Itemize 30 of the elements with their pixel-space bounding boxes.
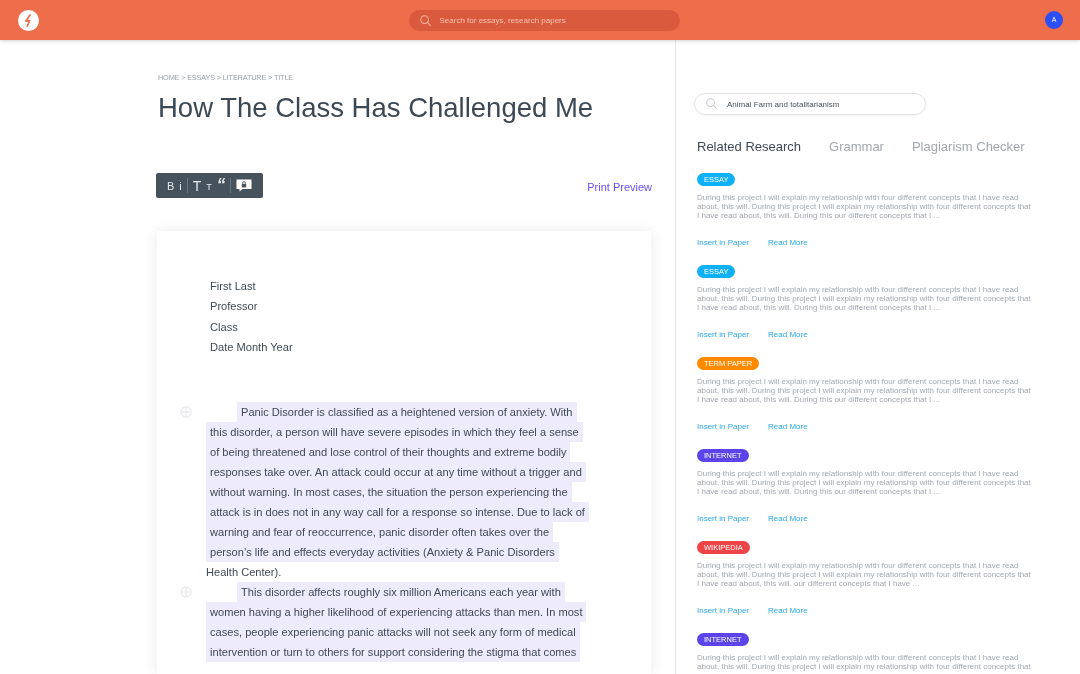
print-preview-link[interactable]: Print Preview xyxy=(587,180,652,194)
document-line: First Last xyxy=(210,279,256,294)
result-link[interactable]: Insert in Paper xyxy=(697,514,750,524)
page-title: How The Class Has Challenged Me xyxy=(158,91,594,125)
search-icon xyxy=(419,14,431,26)
bold-button[interactable]: B xyxy=(167,178,175,193)
result-link[interactable]: Read More xyxy=(768,606,808,616)
search-field[interactable]: Search for essays, research papers xyxy=(408,9,680,31)
tab[interactable]: Related Research xyxy=(697,139,802,155)
result-link[interactable]: Insert in Paper xyxy=(697,422,750,432)
document-line: Date Month Year xyxy=(210,339,293,355)
search-field[interactable]: Animal Farm and totalitarianism xyxy=(694,93,926,115)
result-link[interactable]: Insert in Paper xyxy=(697,606,750,616)
comment-icon[interactable] xyxy=(236,179,253,192)
result-link[interactable]: Insert in Paper xyxy=(697,330,750,340)
result-link[interactable]: Read More xyxy=(768,330,808,340)
document-line: Class xyxy=(210,319,238,335)
large-heading-button[interactable]: T xyxy=(192,177,202,194)
search-icon xyxy=(706,98,717,109)
result-link[interactable]: Read More xyxy=(768,514,808,524)
document-line: Professor xyxy=(210,299,258,315)
tab[interactable]: Plagiarism Checker xyxy=(911,139,1025,155)
result-link[interactable]: Read More xyxy=(768,238,808,248)
tab[interactable]: Grammar xyxy=(829,139,884,155)
quote-button[interactable]: “ xyxy=(216,178,226,191)
small-heading-button[interactable]: T xyxy=(206,178,212,193)
result-link[interactable]: Insert in Paper xyxy=(697,238,750,248)
result-link[interactable]: Read More xyxy=(768,422,808,432)
italic-button[interactable]: i xyxy=(179,178,182,193)
logo-icon[interactable] xyxy=(18,9,39,31)
